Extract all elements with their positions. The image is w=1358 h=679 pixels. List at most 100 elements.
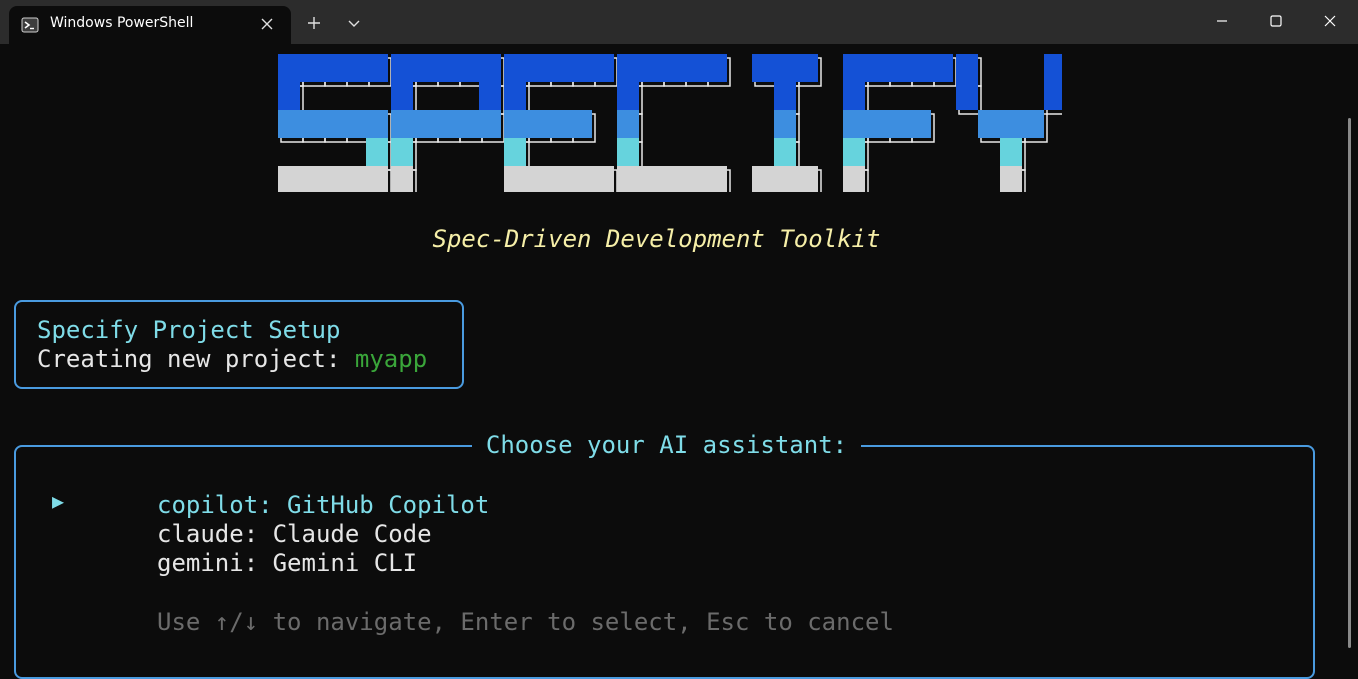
banner-block-cell <box>366 138 388 166</box>
banner-block-cell <box>278 166 300 192</box>
banner-block-cell <box>661 54 683 82</box>
maximize-icon[interactable] <box>1263 8 1289 34</box>
banner-block-cell <box>526 166 548 192</box>
banner-block-cell <box>931 54 953 82</box>
banner-block-cell <box>479 110 501 138</box>
banner-block-cell <box>570 110 592 138</box>
banner-block-cell <box>391 54 413 82</box>
banner-block-cell <box>865 54 887 82</box>
banner-block-cell <box>752 54 774 82</box>
banner-block-cell <box>504 54 526 82</box>
banner-block-cell <box>504 82 526 110</box>
powershell-icon <box>21 17 39 33</box>
banner-block-cell <box>278 54 300 82</box>
banner-block-cell <box>548 54 570 82</box>
banner-block-cell <box>774 110 796 138</box>
banner-block-cell <box>956 82 978 110</box>
banner-block-cell <box>526 54 548 82</box>
banner-block-cell <box>570 166 592 192</box>
banner-block-cell <box>661 166 683 192</box>
banner-block-cell <box>752 166 774 192</box>
tagline: Spec-Driven Development Toolkit <box>432 225 881 253</box>
banner-block-cell <box>639 166 661 192</box>
banner-block-cell <box>978 110 1000 138</box>
specify-banner-logo <box>278 54 1062 192</box>
selection-pointer-icon: ▶ <box>52 489 65 513</box>
banner-block-cell <box>344 54 366 82</box>
banner-block-cell <box>705 54 727 82</box>
banner-block-cell <box>1000 138 1022 166</box>
banner-block-cell <box>909 110 931 138</box>
banner-block-cell <box>843 166 865 192</box>
banner-block-cell <box>909 54 931 82</box>
banner-block-cell <box>366 166 388 192</box>
banner-block-cell <box>570 54 592 82</box>
selector-title: Choose your AI assistant: <box>471 431 862 459</box>
banner-block-cell <box>1000 166 1022 192</box>
banner-block-cell <box>366 110 388 138</box>
navigation-hint: Use ↑/↓ to navigate, Enter to select, Es… <box>157 608 894 636</box>
banner-block-cell <box>278 82 300 110</box>
banner-block-cell <box>683 166 705 192</box>
banner-block-cell <box>457 54 479 82</box>
close-icon[interactable] <box>1317 8 1343 34</box>
option-gemini[interactable]: gemini: Gemini CLI <box>157 549 417 577</box>
creating-label: Creating new project: <box>37 345 355 373</box>
banner-block-cell <box>322 110 344 138</box>
banner-block-cell <box>865 110 887 138</box>
banner-block-cell <box>457 110 479 138</box>
banner-block-cell <box>300 110 322 138</box>
banner-block-cell <box>887 110 909 138</box>
banner-block-cell <box>887 54 909 82</box>
banner-block-cell <box>504 138 526 166</box>
creating-project-line: Creating new project: myapp <box>37 345 427 373</box>
banner-block-cell <box>1022 110 1044 138</box>
banner-block-cell <box>366 54 388 82</box>
banner-block-cell <box>391 110 413 138</box>
banner-block-cell <box>774 54 796 82</box>
selector-title-wrap: Choose your AI assistant: <box>16 431 1317 459</box>
banner-block-cell <box>683 54 705 82</box>
banner-block-cell <box>548 110 570 138</box>
banner-block-cell <box>592 54 614 82</box>
banner-block-cell <box>322 166 344 192</box>
option-copilot[interactable]: copilot: GitHub Copilot <box>157 491 489 519</box>
chevron-down-icon[interactable] <box>343 12 365 34</box>
assistant-selector-panel: Choose your AI assistant: ▶ copilot: Git… <box>14 431 1315 679</box>
project-name: myapp <box>354 345 428 373</box>
banner-block-cell <box>278 110 300 138</box>
banner-block-cell <box>435 110 457 138</box>
banner-block-cell <box>617 138 639 166</box>
banner-block-cell <box>843 82 865 110</box>
banner-block-cell <box>391 138 413 166</box>
banner-block-cell <box>617 54 639 82</box>
banner-block-cell <box>843 138 865 166</box>
banner-block-cell <box>843 54 865 82</box>
banner-block-cell <box>479 54 501 82</box>
banner-block-cell <box>956 54 978 82</box>
banner-block-cell <box>796 54 818 82</box>
banner-block-cell <box>391 82 413 110</box>
plus-icon[interactable] <box>303 12 325 34</box>
banner-block-cell <box>1044 82 1062 110</box>
banner-block-cell <box>617 166 639 192</box>
setup-title: Specify Project Setup <box>37 316 341 344</box>
close-icon[interactable] <box>257 14 277 34</box>
scrollbar[interactable] <box>1348 118 1351 648</box>
banner-block-cell <box>774 82 796 110</box>
banner-block-cell <box>617 110 639 138</box>
banner-block-cell <box>548 166 570 192</box>
minimize-icon[interactable] <box>1209 8 1235 34</box>
banner-block-cell <box>592 166 614 192</box>
banner-block-cell <box>705 166 727 192</box>
banner-block-cell <box>413 110 435 138</box>
tab-powershell[interactable]: Windows PowerShell <box>9 6 291 44</box>
banner-block-cell <box>504 110 526 138</box>
banner-block-cell <box>413 54 435 82</box>
banner-block-cell <box>526 110 548 138</box>
option-claude[interactable]: claude: Claude Code <box>157 520 432 548</box>
banner-block-cell <box>1000 110 1022 138</box>
title-bar: Windows PowerShell <box>0 0 1358 44</box>
banner-block-cell <box>504 166 526 192</box>
banner-block-cell <box>435 54 457 82</box>
